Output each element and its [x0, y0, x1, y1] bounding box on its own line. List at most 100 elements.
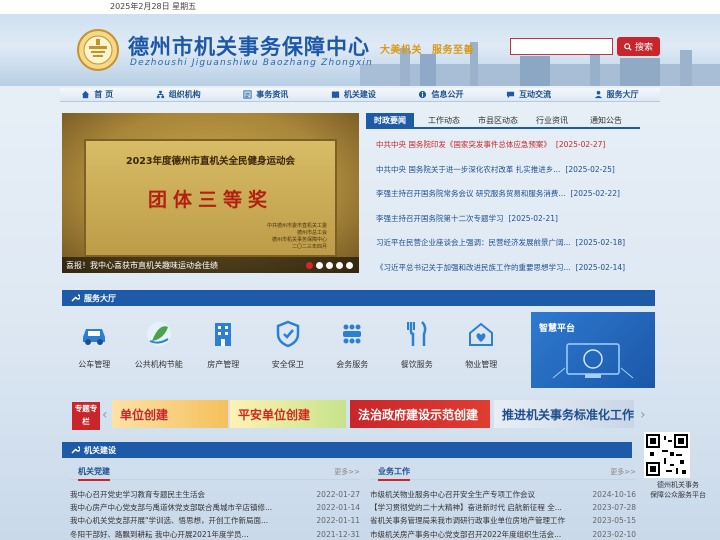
banner-next-icon[interactable]: ›: [640, 406, 650, 424]
qr-label-line: 保障公众服务平台: [650, 491, 706, 499]
news-date: [2025-02-18]: [575, 238, 626, 247]
service-property[interactable]: 房产管理: [191, 312, 256, 392]
home-icon: [82, 90, 90, 99]
slider-caption-text: 喜报！我中心喜获市直机关趣味运动会佳绩: [66, 261, 218, 270]
news-item[interactable]: 习近平在民营企业座谈会上强调：民营经济发展前景广阔... [2025-02-18]: [366, 231, 640, 256]
news-item[interactable]: 李强主持召开国务院第十二次专题学习 [2025-02-21]: [366, 207, 640, 232]
slogan-part-1: 大美机关: [380, 45, 422, 56]
nav-label: 机关建设: [343, 90, 376, 99]
slider-dot-5[interactable]: [346, 262, 353, 269]
qr-label-line: 德州机关事务: [657, 481, 699, 489]
list-item-date: 2022-01-11: [316, 516, 360, 526]
dining-icon: [406, 321, 427, 346]
service-meeting[interactable]: 会务服务: [320, 312, 385, 392]
news-item[interactable]: 中共中央 国务院印发《国家突发事件总体应急预案》 [2025-02-27]: [366, 133, 640, 158]
news-title: 中共中央 国务院关于进一步深化农村改革 扎实推进乡...: [376, 164, 561, 174]
list-item-title: 我中心机关党支部开展"学训选、悟思想，开创工作新局面...: [70, 516, 269, 526]
service-label: 物业管理: [465, 360, 498, 369]
top-bar: 2025年2月28日 星期五: [0, 0, 720, 14]
news-item[interactable]: 中共中央 国务院关于进一步深化农村改革 扎实推进乡... [2025-02-25]: [366, 158, 640, 183]
slider-dots: [306, 262, 353, 269]
special-topics-label: 专题专栏: [72, 402, 100, 430]
news-item[interactable]: 李强主持召开国务院常务会议 研究服务贸易和服务消费... [2025-02-22]: [366, 182, 640, 207]
nav-label: 服务大厅: [606, 90, 639, 99]
search-button[interactable]: 搜索: [617, 37, 660, 56]
banner-prev-icon[interactable]: ‹: [102, 406, 112, 424]
news-slider[interactable]: 2023年度德州市直机关全民健身运动会 团体三等奖 中共德州市委市直机关工委 德…: [62, 113, 359, 273]
nav-label: 互动交流: [519, 90, 552, 99]
list-item[interactable]: 我中心房产中心党支部与禹道休党支部联合禹城市辛店镇修... 2022-01-14: [70, 501, 360, 514]
nav-item-disclosure[interactable]: 信息公开: [397, 88, 485, 101]
news-date: [2025-02-27]: [555, 140, 606, 149]
service-car[interactable]: 公车管理: [62, 312, 127, 392]
slider-dot-4[interactable]: [336, 262, 343, 269]
service-dining[interactable]: 餐饮服务: [385, 312, 450, 392]
list-item[interactable]: 【学习贯彻党的二十大精神】奋进新时代 启航新征程 全... 2023-07-28: [370, 501, 636, 514]
plaque-award: 团体三等奖: [147, 189, 273, 211]
list-item[interactable]: 我中心机关党支部开展"学训选、悟思想，开创工作新局面... 2022-01-11: [70, 514, 360, 527]
news-title: 习近平在民营企业座谈会上强调：民营经济发展前景广阔...: [376, 238, 571, 247]
tab-politics[interactable]: 时政要闻: [366, 113, 414, 127]
nav-item-construction[interactable]: 机关建设: [310, 88, 398, 101]
tab-county-updates[interactable]: 市县区动态: [474, 113, 522, 127]
business-work-list: 市级机关物业服务中心召开安全生产专项工作会议 2024-10-16 【学习贯彻党的…: [370, 488, 636, 540]
banner-safe-unit[interactable]: 平安单位创建: [230, 400, 346, 428]
current-date: 2025年2月28日 星期五: [110, 2, 197, 11]
slogan-part-2: 服务至善: [432, 45, 474, 56]
list-item[interactable]: 我中心召开党史学习教育专题民主生活会 2022-01-27: [70, 488, 360, 501]
qr-code-icon: [644, 432, 690, 478]
nav-item-interaction[interactable]: 互动交流: [485, 88, 573, 101]
list-item[interactable]: 冬阳干部好、路飘到耕耘 我中心开展2021年度学员... 2021-12-31: [70, 528, 360, 540]
search-button-label: 搜索: [634, 43, 653, 53]
search-input[interactable]: [510, 38, 613, 55]
chat-icon: [506, 91, 515, 99]
special-topics: 专题专栏 ‹ 单位创建 平安单位创建 法治政府建设示范创建 推进机关事务标准化工…: [62, 398, 655, 432]
tab-notices[interactable]: 通知公告: [582, 113, 630, 127]
qr-code-label: 德州机关事务 保障公众服务平台: [636, 480, 720, 500]
service-label: 餐饮服务: [400, 360, 433, 369]
banner-standardization[interactable]: 推进机关事务标准化工作: [494, 400, 634, 428]
banner-unit-creation[interactable]: 单位创建: [112, 400, 228, 428]
slider-dot-3[interactable]: [326, 262, 333, 269]
shield-icon: [276, 320, 299, 348]
main-nav: 首 页 组织机构 事务资讯 机关建设 信息公开 互动交流 服务大厅: [60, 88, 660, 102]
list-item[interactable]: 省机关事务管理局来我市调研行政事业单位房地产管理工作 2023-05-15: [370, 514, 636, 527]
meeting-icon: [343, 324, 362, 344]
tab-industry[interactable]: 行业资讯: [528, 113, 576, 127]
logo-icon[interactable]: [76, 28, 120, 72]
service-hall-header: 服务大厅: [62, 290, 655, 306]
service-estate[interactable]: 物业管理: [449, 312, 514, 392]
list-item[interactable]: 市级机关房产事务中心党支部召开2022年度组织生活会... 2023-02-10: [370, 528, 636, 540]
qr-code-pattern: [646, 434, 688, 476]
slider-dot-2[interactable]: [316, 262, 323, 269]
party-building-more-link[interactable]: 更多>>: [334, 467, 360, 477]
list-item[interactable]: 市级机关物业服务中心召开安全生产专项工作会议 2024-10-16: [370, 488, 636, 501]
business-work-title[interactable]: 业务工作: [378, 466, 410, 481]
plaque-issuer-line: 二〇二三年四月: [291, 244, 327, 250]
news-panel: 时政要闻 工作动态 市县区动态 行业资讯 通知公告 中共中央 国务院印发《国家突…: [366, 113, 640, 273]
nav-item-organization[interactable]: 组织机构: [134, 88, 222, 101]
nav-item-service-hall[interactable]: 服务大厅: [572, 88, 660, 101]
banner-rule-of-law[interactable]: 法治政府建设示范创建: [350, 400, 490, 428]
service-label: 房产管理: [207, 360, 240, 369]
slider-caption[interactable]: 喜报！我中心喜获市直机关趣味运动会佳绩: [62, 257, 359, 273]
service-security[interactable]: 安全保卫: [256, 312, 321, 392]
slider-dot-1[interactable]: [306, 262, 313, 269]
nav-item-news[interactable]: 事务资讯: [222, 88, 310, 101]
tab-work-updates[interactable]: 工作动态: [420, 113, 468, 127]
org-icon: [156, 90, 164, 99]
nav-label: 信息公开: [431, 90, 464, 99]
nav-item-home[interactable]: 首 页: [60, 88, 134, 101]
wrench-icon: [71, 446, 80, 454]
smart-platform-banner[interactable]: 智慧平台: [531, 312, 655, 388]
news-item[interactable]: 《习近平总书记关于加强和改进民族工作的重要思想学习... [2025-02-14]: [366, 256, 640, 281]
construction-title: 机关建设: [84, 445, 116, 455]
list-item-title: 我中心房产中心党支部与禹道休党支部联合禹城市辛店镇修...: [70, 503, 273, 513]
list-item-date: 2023-05-15: [592, 516, 636, 526]
wrench-icon: [71, 294, 80, 302]
service-energy[interactable]: 公共机构节能: [127, 312, 192, 392]
service-label: 会务服务: [336, 360, 369, 369]
party-building-title[interactable]: 机关党建: [78, 466, 110, 481]
business-work-more-link[interactable]: 更多>>: [610, 467, 636, 477]
car-icon: [83, 329, 106, 345]
